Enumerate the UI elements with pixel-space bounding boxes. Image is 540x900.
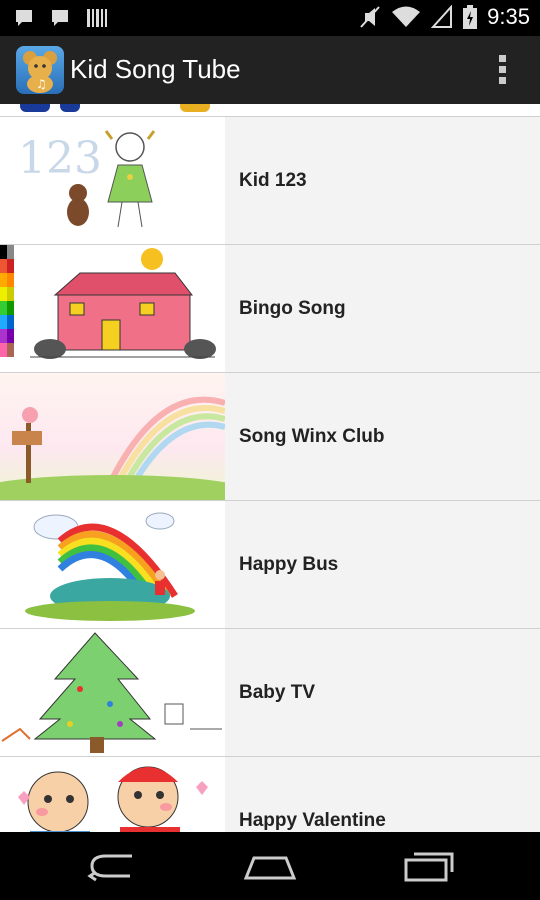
notification-icon [16, 10, 32, 26]
barcode-icon [87, 9, 107, 27]
list-item[interactable]: 123 Kid 123 [0, 117, 540, 245]
battery-icon [463, 5, 478, 29]
song-title: Happy Bus [239, 553, 339, 575]
song-thumbnail [0, 757, 225, 832]
action-bar: ♫ Kid Song Tube [0, 36, 540, 106]
notification-icon [52, 10, 68, 26]
app-title: Kid Song Tube [70, 54, 241, 84]
song-list[interactable]: 123 Kid 123 Bingo Song Song Winx Club Ha… [0, 104, 540, 832]
song-thumbnail [0, 245, 225, 372]
list-item[interactable]: Bingo Song [0, 245, 540, 373]
mute-icon [360, 6, 380, 28]
wifi-icon [392, 6, 421, 27]
list-item[interactable]: Song Winx Club [0, 373, 540, 501]
home-icon[interactable] [240, 846, 300, 886]
song-thumbnail [0, 501, 225, 628]
list-item[interactable]: Happy Valentine [0, 757, 540, 832]
thumb-text: 123 [18, 133, 102, 184]
song-thumbnail: 123 [0, 117, 225, 244]
song-title: Song Winx Club [239, 425, 385, 447]
song-title: Happy Valentine [239, 809, 386, 831]
song-title: Bingo Song [239, 297, 346, 319]
svg-text:♫: ♫ [36, 77, 47, 91]
list-item[interactable]: Happy Bus [0, 501, 540, 629]
navigation-bar [0, 832, 540, 900]
teddy-bear-icon[interactable]: ♫ [16, 46, 64, 94]
song-title: Baby TV [239, 681, 316, 703]
list-item[interactable]: Baby TV [0, 629, 540, 757]
song-thumbnail [0, 629, 225, 756]
back-icon[interactable] [82, 846, 142, 886]
song-thumbnail [0, 373, 225, 500]
status-bar: 9:35 [0, 0, 540, 36]
overflow-menu-icon[interactable] [494, 52, 510, 88]
list-item-partial [0, 104, 540, 117]
recent-apps-icon[interactable] [400, 846, 460, 886]
song-title: Kid 123 [239, 169, 307, 191]
clock: 9:35 [487, 4, 530, 29]
signal-icon [431, 5, 453, 28]
